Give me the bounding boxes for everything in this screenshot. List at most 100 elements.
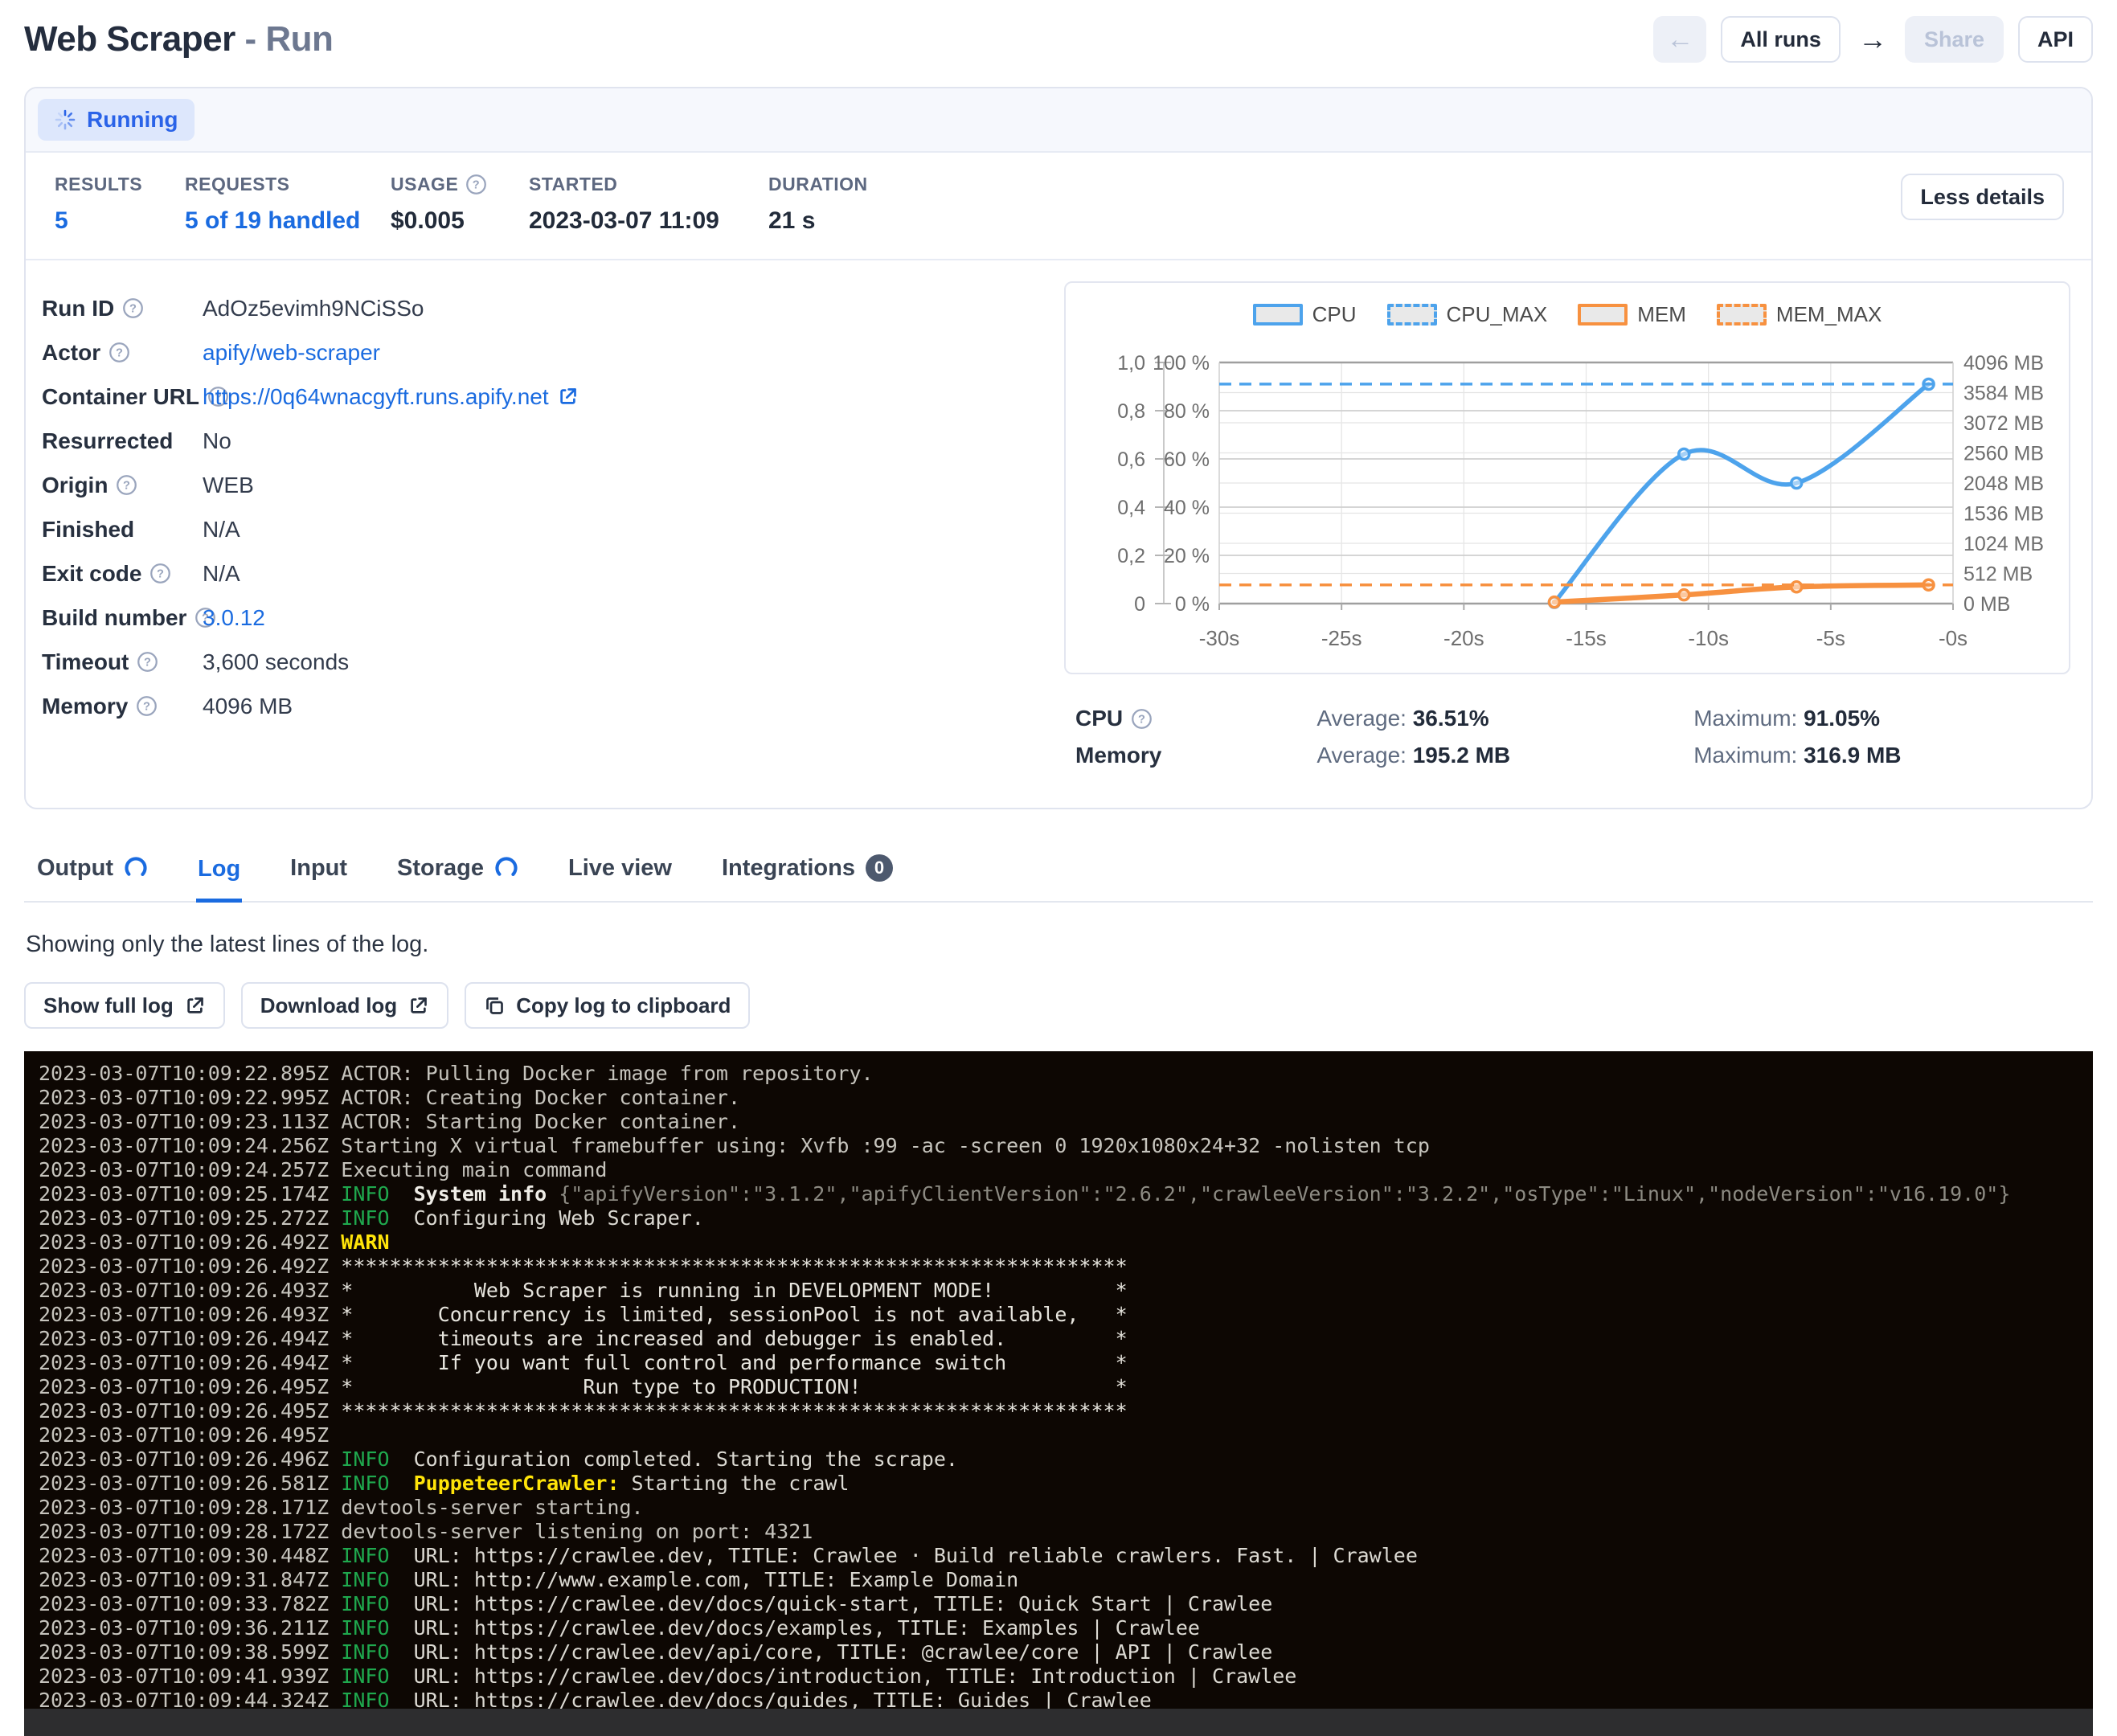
usage-row-cpu: CPU?Average: 36.51%Maximum: 91.05% [1075,700,2070,737]
legend-label: MEM_MAX [1776,302,1882,327]
help-icon[interactable]: ? [137,651,158,673]
download-log-button[interactable]: Download log [241,982,448,1029]
help-icon[interactable]: ? [465,174,487,195]
usage-row-memory: MemoryAverage: 195.2 MBMaximum: 316.9 MB [1075,737,2070,774]
tab-label: Storage [397,855,484,882]
api-button[interactable]: API [2018,16,2093,63]
log-actions: Show full log Download log Copy log to c… [24,982,2093,1029]
log-line: 2023-03-07T10:09:26.492Z WARN [39,1230,2093,1255]
log-lines: 2023-03-07T10:09:22.895Z ACTOR: Pulling … [39,1062,2093,1713]
log-line: 2023-03-07T10:09:26.495Z [39,1423,2093,1447]
tab-integrations[interactable]: Integrations0 [720,841,895,901]
svg-text:?: ? [473,179,481,192]
stat-requests: REQUESTS5 of 19 handled [185,174,391,235]
copy-log-button[interactable]: Copy log to clipboard [465,982,750,1029]
log-line: 2023-03-07T10:09:26.496Z INFO Configurat… [39,1447,2093,1472]
detail-value: AdOz5evimh9NCiSSo [203,296,424,321]
help-icon[interactable]: ? [109,342,130,363]
chart-legend: CPU CPU_MAX MEM MEM_MAX [1066,302,2069,327]
detail-value: WEB [203,473,254,498]
previous-run-button[interactable]: ← [1653,16,1706,63]
share-button[interactable]: Share [1905,16,2004,63]
log-line: 2023-03-07T10:09:26.495Z ***************… [39,1399,2093,1423]
help-icon[interactable]: ? [136,695,158,717]
detail-value[interactable]: 3.0.12 [203,605,265,631]
log-line: 2023-03-07T10:09:26.494Z * timeouts are … [39,1327,2093,1351]
svg-text:?: ? [144,657,151,669]
log-line: 2023-03-07T10:09:36.211Z INFO URL: https… [39,1616,2093,1640]
log-line: 2023-03-07T10:09:25.174Z INFO System inf… [39,1182,2093,1206]
svg-text:-25s: -25s [1321,626,1362,650]
svg-text:100 %: 100 % [1153,352,1210,375]
detail-value: No [203,428,231,454]
log-horizontal-scrollbar[interactable] [24,1709,2093,1736]
svg-text:-0s: -0s [1939,626,1968,650]
download-log-label: Download log [260,993,397,1018]
tab-output[interactable]: Output [35,841,149,901]
detail-label: Run ID? [42,296,203,321]
external-link-icon [184,995,206,1017]
log-line: 2023-03-07T10:09:28.171Z devtools-server… [39,1496,2093,1520]
actor-title: Web Scraper [24,19,235,59]
legend-item-mem[interactable]: MEM [1578,302,1686,327]
less-details-button[interactable]: Less details [1901,174,2064,220]
legend-swatch [1717,304,1767,326]
svg-text:?: ? [143,701,150,714]
legend-item-cpu[interactable]: CPU [1253,302,1357,327]
next-run-button[interactable]: → [1855,23,1890,56]
help-icon[interactable]: ? [122,297,144,319]
usage-maximum: Maximum: 316.9 MB [1693,743,2070,768]
svg-text:80 %: 80 % [1164,400,1210,423]
svg-text:4096 MB: 4096 MB [1963,352,2044,375]
show-full-log-button[interactable]: Show full log [24,982,225,1029]
copy-icon [484,995,506,1017]
tab-storage[interactable]: Storage [395,841,520,901]
detail-value[interactable]: apify/web-scraper [203,340,380,366]
stat-value[interactable]: 5 of 19 handled [185,207,391,235]
show-full-log-label: Show full log [43,993,174,1018]
svg-text:1024 MB: 1024 MB [1963,533,2044,555]
stats-list: RESULTS5REQUESTS5 of 19 handledUSAGE?$0.… [55,174,868,235]
detail-label: Container URL? [42,384,203,410]
tab-live-view[interactable]: Live view [567,841,674,901]
svg-text:3072 MB: 3072 MB [1963,412,2044,435]
detail-label: Actor? [42,340,203,366]
stat-value: $0.005 [391,207,529,235]
detail-row-origin: Origin?WEB [42,463,1032,507]
legend-label: MEM [1637,302,1686,327]
help-icon[interactable]: ? [149,563,171,584]
svg-text:?: ? [1138,713,1145,726]
all-runs-button[interactable]: All runs [1721,16,1841,63]
detail-row-memory: Memory?4096 MB [42,684,1032,728]
help-icon[interactable]: ? [1131,708,1153,730]
tab-label: Live view [568,855,672,882]
detail-row-run-id: Run ID?AdOz5evimh9NCiSSo [42,286,1032,330]
log-line: 2023-03-07T10:09:26.581Z INFO PuppeteerC… [39,1472,2093,1496]
detail-value[interactable]: https://0q64wnacgyft.runs.apify.net [203,384,579,410]
run-status-bar: Running [26,88,2091,153]
run-tabs: Output Log Input Storage Live view Integratio… [24,841,2093,903]
log-line: 2023-03-07T10:09:26.494Z * If you want f… [39,1351,2093,1375]
run-details-list: Run ID?AdOz5evimh9NCiSSoActor?apify/web-… [42,281,1032,774]
help-icon[interactable]: ? [116,474,137,496]
svg-text:?: ? [158,568,165,581]
log-line: 2023-03-07T10:09:22.895Z ACTOR: Pulling … [39,1062,2093,1086]
legend-label: CPU [1312,302,1357,327]
copy-log-label: Copy log to clipboard [516,993,731,1018]
tab-input[interactable]: Input [289,841,349,901]
stat-value[interactable]: 5 [55,207,185,235]
page-header: Web Scraper - Run ← All runs → Share API [24,0,2093,63]
legend-swatch [1387,304,1437,326]
tab-label: Log [198,856,240,882]
log-terminal: 2023-03-07T10:09:22.895Z ACTOR: Pulling … [24,1051,2093,1736]
legend-item-cpu_max[interactable]: CPU_MAX [1387,302,1548,327]
svg-text:2560 MB: 2560 MB [1963,443,2044,465]
stat-label: USAGE? [391,174,529,195]
legend-label: CPU_MAX [1447,302,1548,327]
detail-label: Resurrected [42,428,203,454]
detail-row-resurrected: ResurrectedNo [42,419,1032,463]
legend-item-mem_max[interactable]: MEM_MAX [1717,302,1882,327]
run-subtitle: - Run [244,19,333,59]
svg-text:0,8: 0,8 [1117,400,1145,423]
tab-log[interactable]: Log [196,841,242,903]
